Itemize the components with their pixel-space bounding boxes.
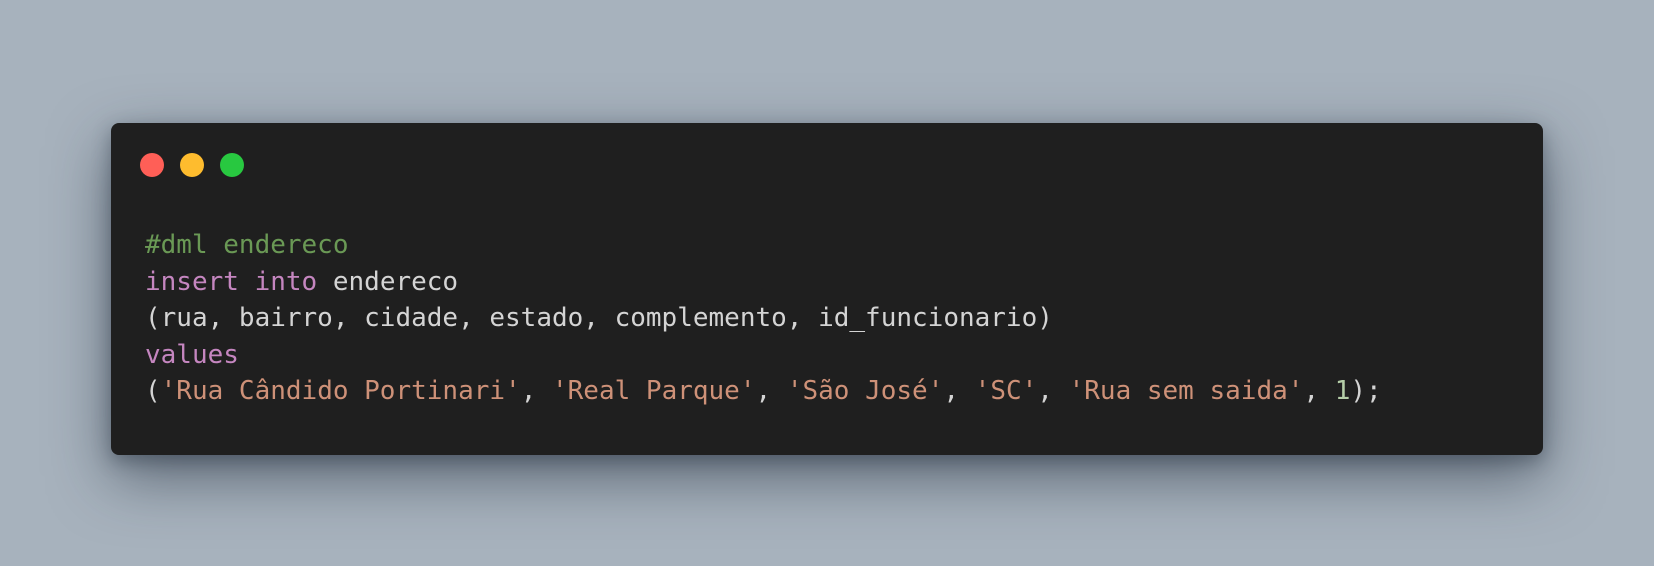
code-token-keyword: insert xyxy=(145,266,239,297)
code-token-string: 'SC' xyxy=(974,376,1038,406)
code-token-plain: ( xyxy=(145,376,161,406)
code-token-plain: , xyxy=(943,376,975,406)
code-line: values xyxy=(145,337,1382,374)
code-token-string: 'Rua Cândido Portinari' xyxy=(160,376,521,406)
code-token-number: 1 xyxy=(1334,376,1351,406)
code-token-plain: , xyxy=(755,376,787,406)
code-window: #dml endereco insert into endereco (rua, b… xyxy=(111,123,1543,455)
window-controls xyxy=(140,153,244,177)
close-dot-icon[interactable] xyxy=(140,153,164,177)
minimize-dot-icon[interactable] xyxy=(180,153,204,177)
code-line: #dml endereco xyxy=(145,227,1382,264)
code-token-plain: , xyxy=(520,376,552,406)
code-token-comment: #dml endereco xyxy=(145,230,349,260)
code-line: (rua, bairro, cidade, estado, complement… xyxy=(145,300,1382,337)
code-token-plain: , xyxy=(1037,376,1069,406)
code-token-plain: ); xyxy=(1350,376,1382,406)
maximize-dot-icon[interactable] xyxy=(220,153,244,177)
code-token-keyword: values xyxy=(145,339,239,370)
code-token-string: 'São José' xyxy=(786,376,944,406)
code-line: ('Rua Cândido Portinari', 'Real Parque',… xyxy=(145,373,1382,410)
code-token-string: 'Rua sem saida' xyxy=(1068,376,1304,406)
code-line: insert into endereco xyxy=(145,264,1382,301)
code-token-string: 'Real Parque' xyxy=(552,376,756,406)
code-block: #dml endereco insert into endereco (rua, b… xyxy=(145,227,1382,410)
code-token-keyword: into xyxy=(254,266,318,297)
code-token-plain: (rua, bairro, cidade, estado, complement… xyxy=(145,303,1053,333)
code-token-plain: , xyxy=(1303,376,1335,406)
code-token-plain: endereco xyxy=(317,266,459,297)
